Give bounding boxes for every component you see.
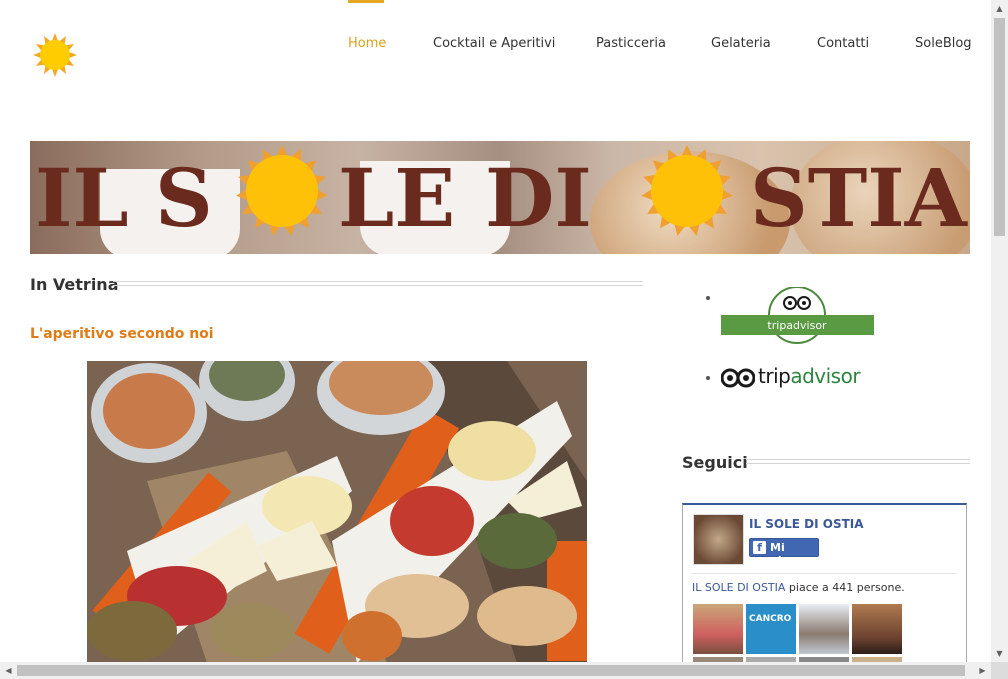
header-banner[interactable]: IL S LE DI STIA — [30, 141, 970, 254]
owl-logo-icon — [721, 368, 755, 388]
scroll-right-icon[interactable]: ▶ — [974, 662, 991, 679]
tripadvisor-logo[interactable]: tripadvisor — [721, 362, 891, 392]
horizontal-scrollbar[interactable]: ◀ ▶ — [0, 662, 991, 679]
sun-logo-icon[interactable] — [30, 33, 80, 77]
vertical-scroll-thumb[interactable] — [994, 18, 1005, 236]
svg-text:S: S — [155, 151, 213, 245]
aperitivo-platter-photo — [87, 361, 587, 663]
nav-item-gelateria[interactable]: Gelateria — [711, 36, 771, 51]
svg-text:LE: LE — [338, 151, 455, 245]
svg-text:IL: IL — [35, 151, 129, 245]
facebook-page-widget: IL SOLE DI OSTIA f Mi piace IL SOLE DI O… — [682, 503, 967, 673]
facebook-page-name[interactable]: IL SOLE DI OSTIA — [749, 517, 864, 531]
main-nav: Home Cocktail e Aperitivi Pasticceria Ge… — [330, 0, 972, 60]
nav-active-indicator — [348, 0, 384, 3]
nav-item-cocktail[interactable]: Cocktail e Aperitivi — [433, 36, 555, 51]
banner-sun-icon — [641, 145, 733, 236]
facebook-page-thumbnail[interactable] — [693, 514, 744, 565]
facebook-fan-avatar[interactable] — [693, 604, 743, 654]
tripadvisor-badge-text: tripadvisor — [767, 319, 827, 332]
section-title-seguici: Seguici — [682, 453, 748, 472]
facebook-fan-avatar[interactable] — [852, 604, 902, 654]
list-bullet — [706, 376, 710, 380]
tripadvisor-badge[interactable]: tripadvisor — [721, 287, 874, 347]
tripadvisor-wordmark-part1: trip — [758, 364, 791, 388]
list-bullet — [706, 296, 710, 300]
section-title-vetrina: In Vetrina — [30, 275, 119, 294]
facebook-like-label: Mi piace — [770, 541, 804, 567]
banner-title: IL S LE DI STIA — [35, 145, 968, 245]
facebook-fan-avatar-text: CANCRO — [749, 614, 792, 624]
nav-item-contatti[interactable]: Contatti — [817, 36, 869, 51]
scroll-down-icon[interactable]: ▼ — [991, 645, 1008, 662]
section-divider — [113, 281, 643, 286]
scroll-left-icon[interactable]: ◀ — [0, 662, 17, 679]
banner-sun-icon — [236, 145, 328, 236]
facebook-divider — [692, 573, 957, 574]
svg-text:DI: DI — [485, 151, 592, 245]
post-image[interactable] — [87, 361, 587, 663]
nav-item-pasticceria[interactable]: Pasticceria — [596, 36, 666, 51]
tripadvisor-wordmark-part2: advisor — [790, 364, 861, 388]
facebook-likes-count: IL SOLE DI OSTIA piace a 441 persone. — [692, 581, 905, 594]
nav-item-home[interactable]: Home — [348, 36, 386, 51]
facebook-count-page-link[interactable]: IL SOLE DI OSTIA — [692, 581, 785, 594]
facebook-f-icon: f — [753, 541, 766, 554]
scrollbar-corner — [991, 662, 1008, 679]
facebook-like-button[interactable]: f Mi piace — [749, 538, 819, 567]
section-divider — [746, 459, 970, 464]
svg-text:STIA: STIA — [750, 151, 968, 245]
scroll-up-icon[interactable]: ▲ — [991, 0, 1008, 17]
vertical-scrollbar[interactable]: ▲ ▼ — [991, 0, 1008, 679]
horizontal-scroll-thumb[interactable] — [17, 665, 965, 676]
nav-item-soleblog[interactable]: SoleBlog — [915, 36, 972, 51]
post-title-link[interactable]: L'aperitivo secondo noi — [30, 326, 214, 342]
tripadvisor-wordmark: tripadvisor — [758, 364, 861, 388]
facebook-fan-avatar[interactable] — [799, 604, 849, 654]
facebook-fan-avatar[interactable]: CANCRO — [746, 604, 796, 654]
facebook-count-text: piace a 441 persone. — [785, 581, 905, 594]
